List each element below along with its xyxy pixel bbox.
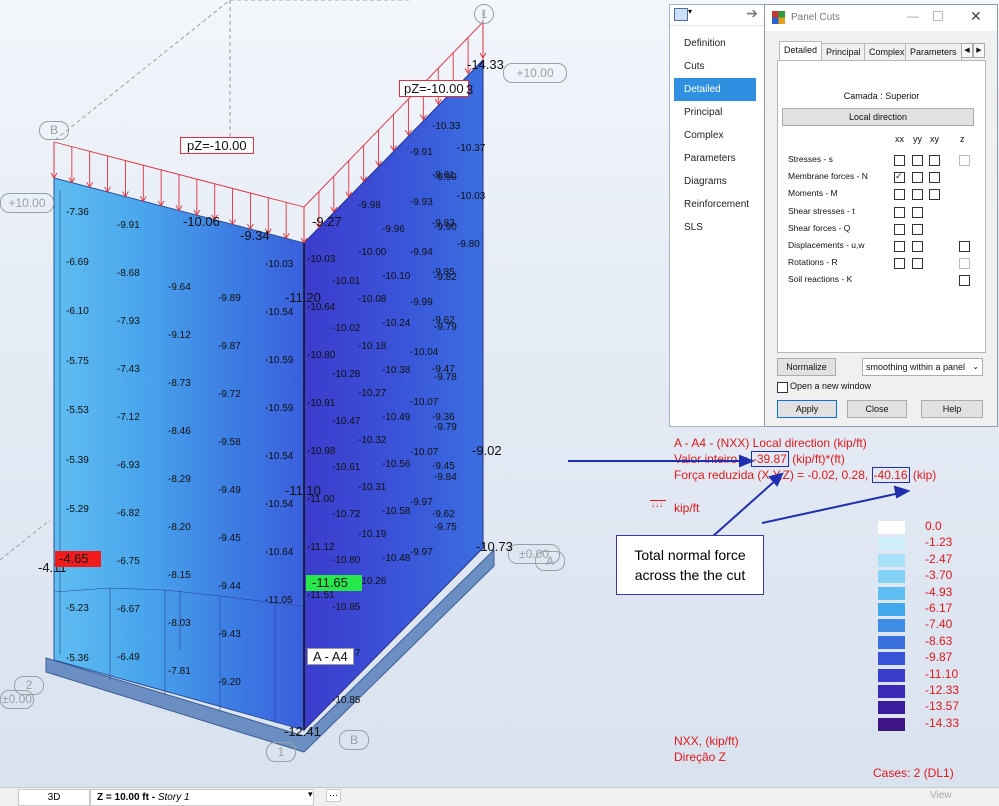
legend-value: -1.23 xyxy=(925,535,953,550)
more-icon[interactable]: ⋯ xyxy=(326,789,341,802)
legend-value: 0.0 xyxy=(925,519,942,533)
legend-swatch xyxy=(878,521,905,534)
cases-label: Cases: 2 (DL1) xyxy=(873,766,954,780)
legend-value: -4.93 xyxy=(925,584,953,599)
legend-swatch xyxy=(878,635,905,649)
callout-line-2: across the the cut xyxy=(634,567,746,583)
status-bar: 3D Z = 10.00 ft - Story 1 ▾ ⋯ View xyxy=(0,787,999,806)
legend-value: -11.10 xyxy=(925,666,959,681)
chevron-down-icon[interactable]: ▾ xyxy=(308,789,313,800)
legend-swatch xyxy=(878,553,905,567)
story-field[interactable]: Z = 10.00 ft - Story 1 xyxy=(90,789,314,806)
legend-value: -13.57 xyxy=(925,699,960,714)
legend-value: -6.17 xyxy=(925,601,953,615)
legend-value: -9.87 xyxy=(925,650,953,665)
legend-swatch xyxy=(878,685,905,698)
legend-swatch xyxy=(878,668,905,682)
legend-swatch xyxy=(878,619,905,633)
legend-swatch xyxy=(878,603,905,616)
quantity-label: NXX, (kip/ft) xyxy=(674,734,739,748)
callout-line-1: Total normal force xyxy=(634,547,746,563)
legend-value: -7.40 xyxy=(925,617,953,632)
legend-swatch xyxy=(878,570,905,584)
legend-swatch xyxy=(878,652,905,666)
legend-swatch xyxy=(878,586,905,600)
view-mode-field[interactable]: 3D xyxy=(18,789,90,806)
legend-swatch xyxy=(878,717,905,731)
legend-value: -8.63 xyxy=(925,633,953,648)
legend-swatch xyxy=(878,701,905,715)
legend-value: -3.70 xyxy=(925,568,953,583)
legend-value: -14.33 xyxy=(925,715,960,730)
legend-value: -2.47 xyxy=(925,551,953,566)
story-name: Story 1 xyxy=(157,792,190,803)
view-button[interactable]: View xyxy=(930,790,952,801)
z-level-label: Z = 10.00 ft - xyxy=(97,792,158,803)
callout-box: Total normal force across the the cut xyxy=(616,535,764,595)
direction-label: Direção Z xyxy=(674,750,727,764)
legend-swatch xyxy=(878,537,905,551)
legend-value: -12.33 xyxy=(925,683,960,697)
annotation-arrows xyxy=(568,454,911,538)
